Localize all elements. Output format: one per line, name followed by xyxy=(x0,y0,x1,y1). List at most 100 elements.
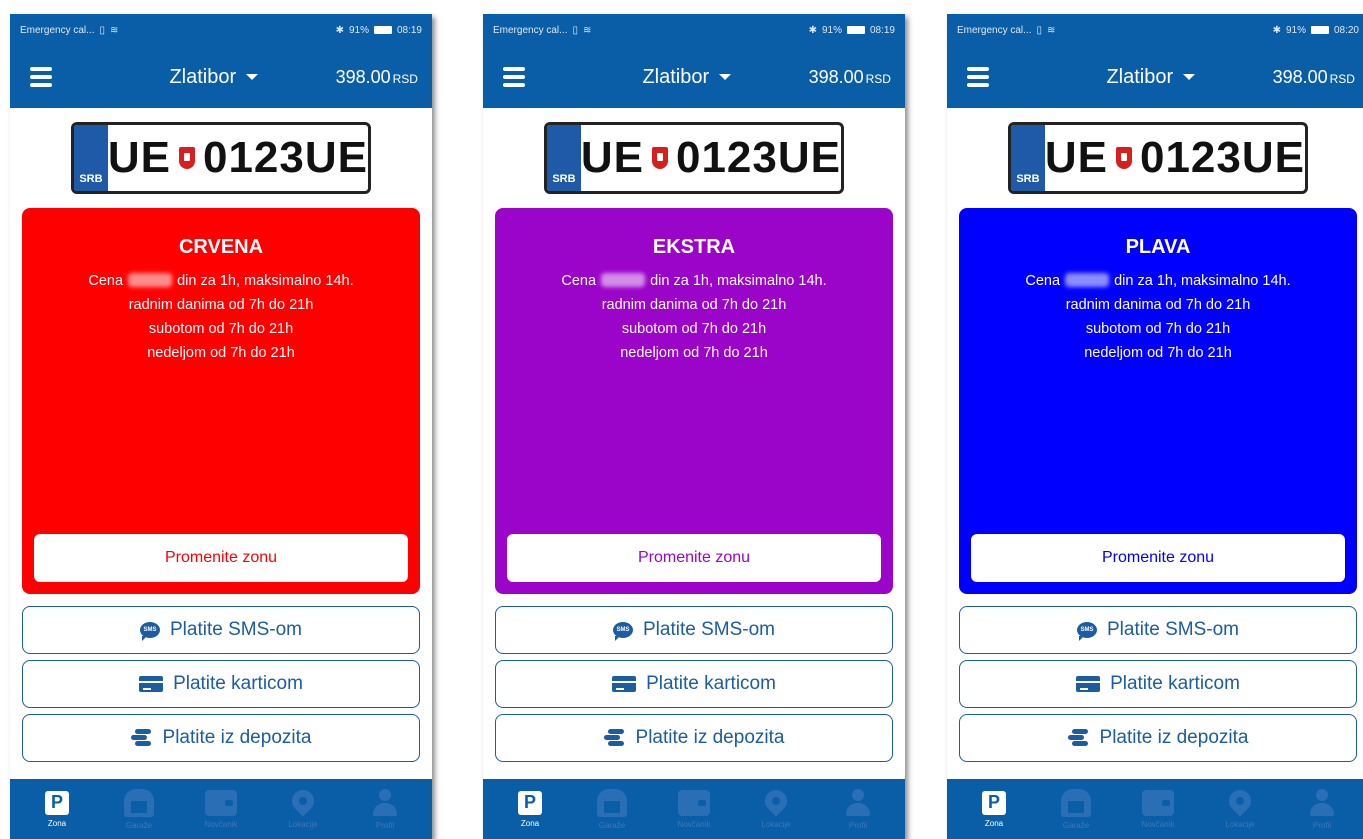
pay-sms-button[interactable]: SMS Platite SMS-om xyxy=(959,606,1357,654)
plate-number: UE 0123UE xyxy=(1045,125,1305,191)
license-plate[interactable]: SRB UE 0123UE xyxy=(1008,122,1308,194)
menu-icon[interactable] xyxy=(503,67,525,87)
pay-sms-button[interactable]: SMS Platite SMS-om xyxy=(22,606,420,654)
city-selector[interactable]: Zlatibor xyxy=(642,66,732,89)
sms-icon: SMS xyxy=(1077,622,1097,641)
carrier-text: Emergency cal... xyxy=(20,24,95,36)
price-line: Cena din za 1h, maksimalno 14h. xyxy=(561,273,827,289)
parking-icon: P xyxy=(982,790,1006,815)
license-plate[interactable]: SRB UE 0123UE xyxy=(71,122,371,194)
garage-icon xyxy=(1061,788,1091,817)
nav-garage-label: Garaže xyxy=(1062,820,1090,830)
card-icon xyxy=(139,676,164,692)
plate-area: SRB UE 0123UE xyxy=(483,108,905,208)
nav-garage[interactable]: Garaže xyxy=(1041,788,1111,830)
plate-area: SRB UE 0123UE xyxy=(947,108,1363,208)
profile-icon xyxy=(844,788,872,817)
phone-screen-2: Emergency cal... ▯ ≋ ✱ 91% 08:19 Zlatibo… xyxy=(483,14,905,839)
clock-time: 08:20 xyxy=(1333,24,1359,36)
pay-deposit-button[interactable]: Platite iz depozita xyxy=(495,714,893,762)
schedule-saturday: subotom od 7h do 21h xyxy=(148,321,294,337)
nav-garage-label: Garaže xyxy=(125,820,153,830)
pay-card-button[interactable]: Platite karticom xyxy=(495,660,893,708)
plate-left: UE xyxy=(580,133,644,182)
menu-icon[interactable] xyxy=(30,67,52,87)
status-bar: Emergency cal... ▯ ≋ ✱ 91% 08:19 xyxy=(10,14,432,46)
carrier-text: Emergency cal... xyxy=(493,24,568,36)
schedule-weekdays: radnim danima od 7h do 21h xyxy=(601,297,787,313)
clock-time: 08:19 xyxy=(869,24,895,36)
battery-icon xyxy=(373,26,392,34)
sms-icon: SMS xyxy=(140,622,160,641)
plate-right: 0123UE xyxy=(675,133,841,182)
balance-currency: RSD xyxy=(392,71,418,86)
nav-location-label: Lokacije xyxy=(288,819,318,829)
app-bar: Zlatibor 398.00 RSD xyxy=(10,46,432,108)
license-plate[interactable]: SRB UE 0123UE xyxy=(544,122,844,194)
zone-description: Cena din za 1h, maksimalno 14h. radnim d… xyxy=(959,269,1357,365)
carrier-text: Emergency cal... xyxy=(957,24,1032,36)
location-pin-icon xyxy=(1224,784,1256,817)
pay-deposit-label: Platite iz depozita xyxy=(1099,727,1249,748)
plate-number: UE 0123UE xyxy=(108,125,368,191)
city-label: Zlatibor xyxy=(1106,65,1174,88)
nav-zona[interactable]: P Zona xyxy=(22,790,92,828)
change-zone-button[interactable]: Promenite zonu xyxy=(34,534,408,582)
schedule-sunday: nedeljom od 7h do 21h xyxy=(147,345,295,361)
nav-profile[interactable]: Profil xyxy=(823,788,893,830)
nav-garage[interactable]: Garaže xyxy=(577,788,647,830)
status-bar: Emergency cal... ▯ ≋ ✱ 91% 08:19 xyxy=(483,14,905,46)
pay-card-label: Platite karticom xyxy=(1110,673,1240,694)
sms-icon: SMS xyxy=(613,622,633,641)
nav-profile[interactable]: Profil xyxy=(1287,788,1357,830)
phone-screen-3: Emergency cal... ▯ ≋ ✱ 91% 08:20 Zlatibo… xyxy=(947,14,1363,839)
nav-zona-label: Zona xyxy=(520,818,540,828)
menu-icon[interactable] xyxy=(967,67,989,87)
wallet-icon xyxy=(678,789,710,816)
nav-garage[interactable]: Garaže xyxy=(104,788,174,830)
caret-down-icon xyxy=(719,74,732,80)
pay-deposit-button[interactable]: Platite iz depozita xyxy=(959,714,1357,762)
nav-zona[interactable]: P Zona xyxy=(495,790,565,828)
nav-zona[interactable]: P Zona xyxy=(959,790,1029,828)
pay-card-label: Platite karticom xyxy=(646,673,776,694)
wallet-icon xyxy=(1142,789,1174,816)
coins-icon xyxy=(603,729,626,747)
nav-wallet[interactable]: Novčanik xyxy=(186,789,256,829)
balance-amount: 398.00 xyxy=(808,66,864,87)
city-selector[interactable]: Zlatibor xyxy=(1106,65,1196,89)
caret-down-icon xyxy=(1183,74,1196,80)
change-zone-button[interactable]: Promenite zonu xyxy=(971,534,1345,582)
sim-icon: ▯ xyxy=(99,24,105,36)
balance: 398.00 RSD xyxy=(809,67,891,88)
battery-percent: 91% xyxy=(348,24,369,36)
nav-profile-label: Profil xyxy=(375,820,395,830)
nav-wallet[interactable]: Novčanik xyxy=(659,789,729,829)
city-selector[interactable]: Zlatibor xyxy=(169,66,259,89)
zone-description: Cena din za 1h, maksimalno 14h. radnim d… xyxy=(495,269,893,365)
zone-card: CRVENA Cena din za 1h, maksimalno 14h. r… xyxy=(22,208,420,594)
nav-location[interactable]: Lokacije xyxy=(268,784,338,829)
pay-card-button[interactable]: Platite karticom xyxy=(22,660,420,708)
pay-sms-label: Platite SMS-om xyxy=(643,619,775,640)
nav-profile[interactable]: Profil xyxy=(350,788,420,830)
schedule-weekdays: radnim danima od 7h do 21h xyxy=(1065,297,1251,313)
pay-card-button[interactable]: Platite karticom xyxy=(959,660,1357,708)
caret-down-icon xyxy=(246,74,259,80)
app-bar: Zlatibor 398.00 RSD xyxy=(947,46,1363,108)
blurred-price xyxy=(601,273,646,287)
nav-profile-label: Profil xyxy=(848,820,868,830)
plate-left: UE xyxy=(107,133,171,182)
nav-wallet[interactable]: Novčanik xyxy=(1123,789,1193,829)
nav-location[interactable]: Lokacije xyxy=(1205,784,1275,829)
nav-wallet-label: Novčanik xyxy=(1141,819,1175,829)
plate-country: SRB xyxy=(1011,125,1045,191)
signal-icon: ✱ xyxy=(335,24,344,36)
pay-deposit-label: Platite iz depozita xyxy=(162,727,312,748)
battery-icon xyxy=(846,26,865,34)
nav-location[interactable]: Lokacije xyxy=(741,784,811,829)
pay-sms-button[interactable]: SMS Platite SMS-om xyxy=(495,606,893,654)
pay-deposit-button[interactable]: Platite iz depozita xyxy=(22,714,420,762)
change-zone-button[interactable]: Promenite zonu xyxy=(507,534,881,582)
balance: 398.00 RSD xyxy=(1273,67,1355,88)
